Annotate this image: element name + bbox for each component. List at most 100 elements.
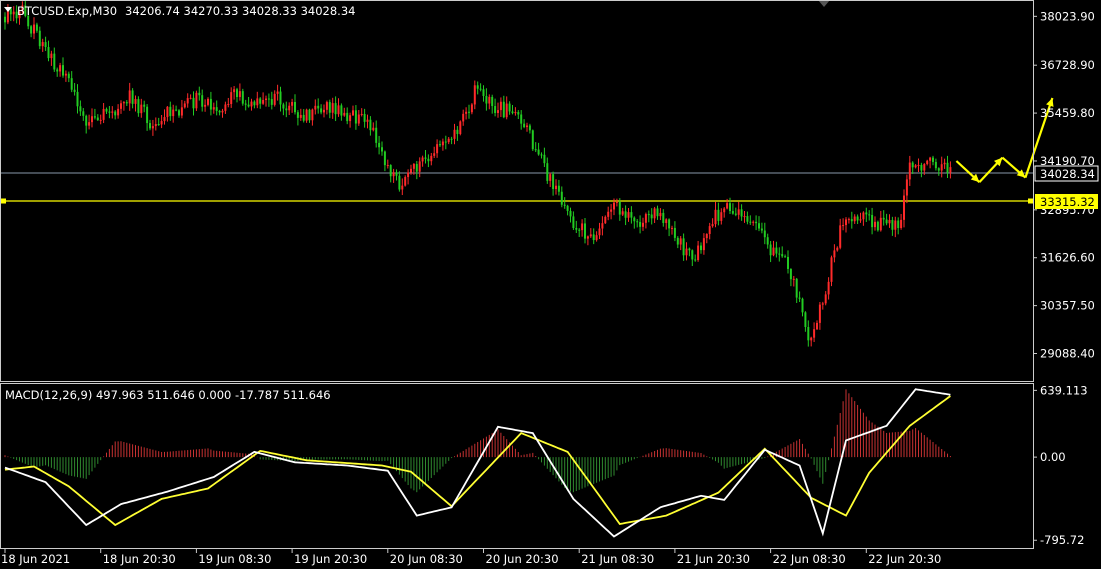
level-handle-right[interactable] (1028, 198, 1033, 204)
candle (734, 213, 737, 215)
candle (444, 141, 447, 143)
candle (914, 165, 917, 168)
level-price-tag: 33315.32 (1035, 194, 1098, 209)
candle (253, 101, 256, 106)
candle (514, 112, 517, 114)
candle (128, 90, 131, 104)
price-tick-label: 29088.40 (1040, 347, 1095, 361)
candle (363, 113, 366, 122)
time-tick-label: 18 Jun 20:30 (103, 552, 176, 566)
candle (412, 163, 415, 169)
candle (627, 212, 630, 218)
candle (323, 109, 325, 113)
candle (673, 227, 676, 238)
candle (659, 212, 662, 217)
candle (143, 104, 146, 107)
candle (749, 221, 752, 223)
candle (874, 221, 876, 228)
candle (325, 102, 328, 110)
candle (296, 112, 299, 118)
candle (354, 110, 357, 124)
candle (731, 211, 734, 214)
candle (294, 102, 296, 113)
candle (189, 97, 192, 99)
candle (520, 114, 523, 124)
candle (876, 221, 879, 231)
candle (308, 109, 311, 121)
candle (708, 226, 711, 234)
candle (894, 220, 897, 230)
candle (198, 92, 201, 96)
candle (267, 98, 270, 100)
candle (871, 214, 874, 228)
candle (381, 147, 383, 152)
candle (47, 47, 50, 59)
candle (340, 105, 343, 116)
candle (102, 108, 105, 120)
candle (572, 216, 575, 229)
level-handle-left[interactable] (1, 198, 6, 204)
candle (163, 117, 166, 122)
candle (555, 185, 557, 190)
symbol-timeframe[interactable]: BTCUSD.Exp,M30 (17, 4, 117, 18)
candle (352, 110, 354, 116)
candle (436, 144, 439, 154)
candle (392, 172, 395, 177)
candle (717, 209, 720, 221)
candle (497, 110, 499, 114)
price-tick-label: 31626.60 (1040, 251, 1095, 265)
trading-chart[interactable]: 38023.9036728.9035459.8034190.7032895.70… (0, 0, 1101, 569)
candle (285, 108, 288, 111)
candle (99, 119, 102, 121)
candle (169, 106, 172, 117)
candle (453, 129, 456, 139)
candle (178, 110, 180, 116)
candle (346, 112, 349, 122)
candle (676, 237, 679, 245)
candle (856, 216, 859, 221)
candle (108, 111, 111, 113)
candle (4, 16, 6, 23)
candle (276, 91, 279, 94)
candle (775, 247, 778, 254)
macd-tick-label: 639.113 (1040, 383, 1088, 397)
candle (729, 203, 731, 212)
candle (760, 228, 763, 231)
candle (679, 238, 682, 245)
candle (911, 162, 914, 168)
candle (218, 110, 221, 113)
candle (694, 259, 697, 261)
candle (372, 127, 375, 131)
candle (369, 119, 372, 131)
candle (879, 217, 882, 231)
candle (633, 217, 636, 222)
candle (473, 85, 476, 105)
candle (166, 106, 169, 118)
candle (88, 122, 91, 126)
candle (476, 85, 479, 89)
candle (35, 24, 38, 31)
candle (789, 268, 792, 280)
candle (630, 212, 633, 218)
candle (418, 161, 421, 172)
candle (526, 125, 528, 128)
candle (682, 238, 685, 256)
chart-background (0, 0, 1101, 569)
candle (343, 112, 346, 116)
candle (923, 164, 926, 171)
candle (70, 78, 73, 90)
candle (114, 111, 117, 116)
candle (566, 205, 569, 211)
candle (787, 256, 789, 269)
candle (291, 102, 294, 106)
candle (250, 101, 253, 107)
candle (151, 126, 154, 129)
candle (946, 162, 949, 173)
candle (465, 111, 468, 114)
candle (598, 228, 601, 236)
candle (827, 281, 830, 295)
candle (386, 165, 389, 167)
candle (766, 237, 769, 245)
candle (117, 108, 120, 116)
candle (38, 30, 41, 47)
